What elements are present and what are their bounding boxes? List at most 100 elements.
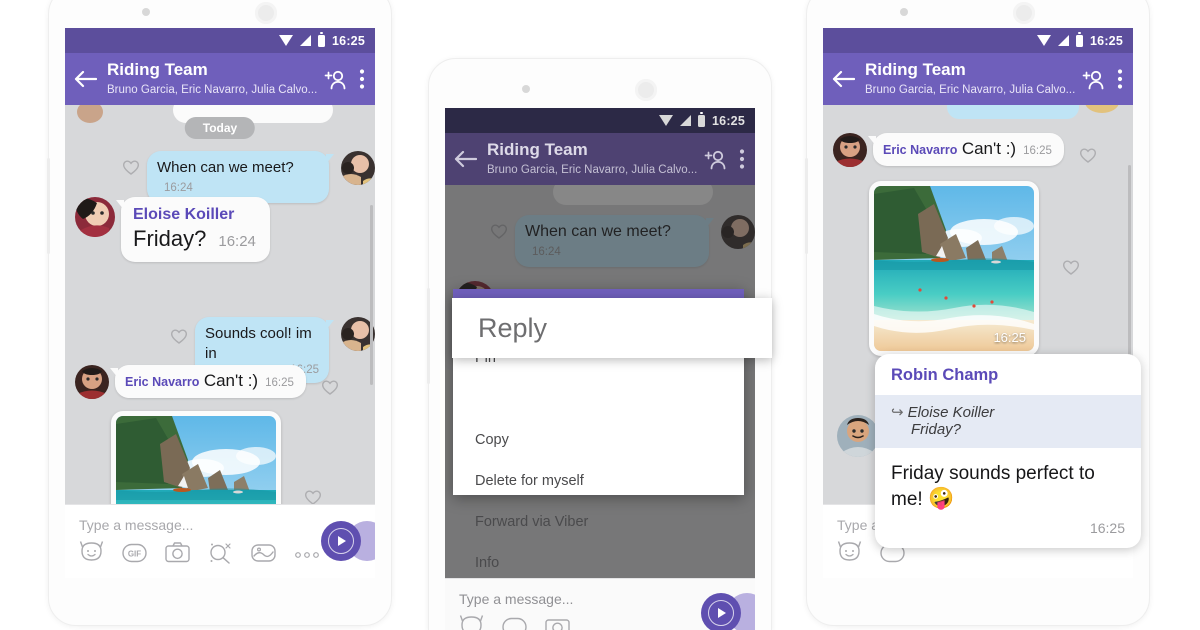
quoted-sender-line: ↪ Eloise Koiller [891,403,1125,421]
search-emoji-icon[interactable] [208,542,233,569]
message-bubble[interactable]: When can we meet? 16:24 [147,151,334,203]
photo-message[interactable]: 16:25 [869,181,1039,356]
message-time: 16:24 [164,182,193,194]
context-menu-item-copy[interactable]: Copy [453,419,744,460]
more-vertical-icon[interactable] [739,148,745,170]
volume-button[interactable] [427,288,430,384]
header-titles: Riding Team Bruno Garcia, Eric Navarro, … [865,60,1075,98]
quoted-sender: Eloise Koiller [907,404,995,421]
heart-icon[interactable] [1061,257,1081,277]
send-play-icon[interactable] [701,593,741,630]
message-row[interactable]: Eloise Koiller Friday? 16:24 [75,197,270,262]
partial-avatar [77,105,103,123]
reply-body-text: Friday sounds perfect to me! [891,463,1095,510]
volume-button[interactable] [805,158,808,254]
earpiece-speaker [255,2,277,24]
chat-scrollbar[interactable] [1128,165,1131,365]
reply-body: Friday sounds perfect to me! 🤪 [875,448,1141,516]
more-options-icon[interactable] [294,546,320,564]
battery-icon [318,32,326,47]
avatar[interactable] [837,415,879,457]
add-person-icon[interactable] [1082,67,1107,92]
back-arrow-icon[interactable] [831,69,855,89]
message-bubble[interactable]: Eric Navarro Can't :) 16:25 [110,365,306,398]
message-text: When can we meet? [157,159,294,176]
partial-avatar [1085,105,1119,113]
reply-arrow-icon: ↪ [891,404,904,421]
phone-3: 16:25 Riding Team Bruno Garcia, Eric Nav… [805,0,1150,626]
front-camera-icon [522,85,530,93]
status-bar-time: 16:25 [1090,33,1123,48]
message-input-bar[interactable]: Type a message... [445,578,755,630]
heart-icon[interactable] [121,157,141,177]
context-menu-item-forward[interactable]: Forward via Viber [453,501,744,542]
app-header: Riding Team Bruno Garcia, Eric Navarro, … [65,53,375,105]
heart-icon[interactable] [320,377,340,397]
app-header: Riding Team Bruno Garcia, Eric Navarro, … [445,133,755,185]
message-text: Friday? [133,226,207,251]
avatar[interactable] [75,365,109,399]
more-vertical-icon[interactable] [359,68,365,90]
battery-icon [698,112,706,127]
reply-sender-name: Robin Champ [891,366,999,384]
message-bubble[interactable]: Eloise Koiller Friday? 16:24 [116,197,270,262]
add-person-icon[interactable] [704,147,729,172]
page-title: Riding Team [487,140,588,159]
signal-icon [680,115,692,126]
volume-button[interactable] [47,158,50,254]
message-bubble[interactable]: Eric Navarro Can't :) 16:25 [868,133,1064,166]
gif-icon[interactable] [502,617,527,630]
gif-icon[interactable]: GIF [122,543,147,568]
message-row[interactable]: Eric Navarro Can't :) 16:25 [75,365,340,399]
sticker-icon[interactable] [837,541,862,569]
day-divider: Today [184,117,256,139]
sticker-icon[interactable] [459,615,484,630]
doodle-icon[interactable] [251,543,276,568]
message-input-bar[interactable]: Type a message... GIF [65,504,375,578]
reply-time: 16:25 [1089,520,1125,536]
heart-icon[interactable] [169,326,189,346]
back-arrow-icon[interactable] [453,149,477,169]
message-time: 16:25 [265,377,294,389]
chat-scrollbar[interactable] [370,205,373,385]
phone-2: 16:25 Riding Team Bruno Garcia, Eric Nav… [427,58,772,630]
message-text: Sounds cool! im in [205,325,312,362]
battery-icon [1076,32,1084,47]
send-play-icon[interactable] [321,521,361,561]
avatar[interactable] [833,133,867,167]
message-row[interactable]: Eric Navarro Can't :) 16:25 [833,133,1098,167]
chat-area[interactable]: Today When can we meet? 16:24 Eloise Koil… [65,105,375,504]
message-text: Can't :) [203,371,259,390]
message-row[interactable]: 16:25 [111,411,323,504]
phone-1: 16:25 Riding Team Bruno Garcia, Eric Nav… [47,0,392,626]
camera-icon[interactable] [545,616,570,630]
photo-timestamp: 16:25 [993,330,1026,345]
message-row[interactable]: 16:25 [869,181,1081,356]
front-camera-icon [142,8,150,16]
add-person-icon[interactable] [324,67,349,92]
back-arrow-icon[interactable] [73,69,97,89]
quoted-text: Friday? [911,421,962,438]
context-menu-item-reply[interactable]: Reply [452,298,772,358]
message-row[interactable]: When can we meet? 16:24 [121,151,375,203]
context-menu-item-delete[interactable]: Delete for myself [453,460,744,501]
header-subtitle: Bruno Garcia, Eric Navarro, Julia Calvo.… [107,84,318,96]
camera-icon[interactable] [165,542,190,568]
message-time: 16:24 [218,233,256,250]
photo-message[interactable]: 16:25 [111,411,281,504]
play-triangle-icon [338,536,346,546]
heart-icon[interactable] [1078,145,1098,165]
more-vertical-icon[interactable] [1117,68,1123,90]
reply-message-bubble[interactable]: Robin Champ ↪ Eloise Koiller Friday? Frid… [875,354,1141,548]
heart-icon[interactable] [303,487,323,504]
status-bar: 16:25 [823,28,1133,53]
context-menu-item-info[interactable]: Info [453,542,744,578]
chat-area[interactable]: When can we meet?16:24 [445,185,755,578]
avatar[interactable] [75,197,115,237]
play-triangle-icon [718,608,726,618]
send-ring [328,528,354,554]
sticker-icon[interactable] [79,541,104,569]
wifi-icon [279,35,294,46]
quoted-message[interactable]: ↪ Eloise Koiller Friday? [875,395,1141,448]
avatar[interactable] [341,151,375,185]
